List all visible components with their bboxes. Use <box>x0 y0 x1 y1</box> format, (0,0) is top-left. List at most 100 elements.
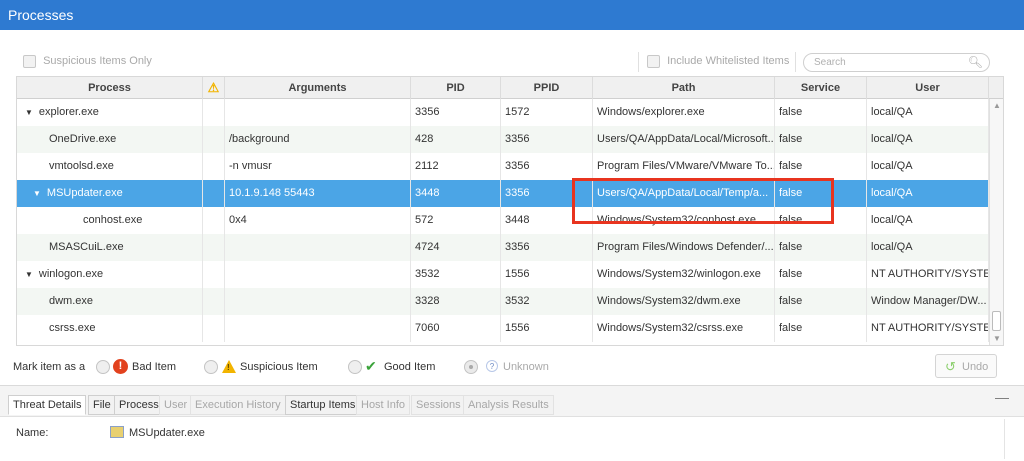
cell-path: Users/QA/AppData/Local/Temp/a... <box>593 180 775 207</box>
good-item-radio[interactable] <box>348 360 362 374</box>
cell-arguments <box>225 288 411 315</box>
filter-bar: Suspicious Items Only Include Whiteliste… <box>16 50 1004 74</box>
scroll-down-icon[interactable]: ▼ <box>993 334 1001 343</box>
tab-sessions[interactable]: Sessions <box>411 395 466 415</box>
tab-startup-items[interactable]: Startup Items <box>285 395 361 415</box>
tab-file[interactable]: File <box>88 395 116 415</box>
column-header-path[interactable]: Path <box>593 77 775 99</box>
unknown-label[interactable]: Unknown <box>503 361 549 373</box>
include-whitelisted-checkbox[interactable] <box>647 55 660 68</box>
tab-user[interactable]: User <box>159 395 193 415</box>
suspicious-only-label: Suspicious Items Only <box>43 55 152 68</box>
cell-warning <box>203 180 225 207</box>
title-bar: Processes <box>0 0 1024 30</box>
suspicious-item-radio[interactable] <box>204 360 218 374</box>
tab-host-info[interactable]: Host Info <box>356 395 411 415</box>
details-panel: Threat Details File Process User Executi… <box>0 385 1024 461</box>
vertical-scrollbar[interactable]: ▲ ▼ <box>989 99 1003 345</box>
cell-ppid: 3356 <box>501 234 593 261</box>
cell-path: Windows/System32/dwm.exe <box>593 288 775 315</box>
tab-execution-history[interactable]: Execution History <box>190 395 286 415</box>
suspicious-item-label[interactable]: Suspicious Item <box>240 361 318 373</box>
table-row[interactable]: vmtoolsd.exe -n vmusr 2112 3356 Program File… <box>17 153 989 180</box>
window-title: Processes <box>8 7 74 23</box>
table-header: Process ⚠ Arguments PID PPID Path Servic… <box>17 77 1003 99</box>
details-scrollbar[interactable] <box>1004 419 1016 459</box>
unknown-radio[interactable] <box>464 360 478 374</box>
cell-user: local/QA <box>867 207 989 234</box>
table-row[interactable]: ▼ MSUpdater.exe 10.1.9.148 55443 3448 3356 Us… <box>17 180 989 207</box>
cell-warning <box>203 153 225 180</box>
table-row[interactable]: ▼ explorer.exe 3356 1572 Windows/explorer.ex… <box>17 99 989 126</box>
tab-process[interactable]: Process <box>114 395 164 415</box>
suspicious-only-checkbox[interactable] <box>23 55 36 68</box>
column-header-pid[interactable]: PID <box>411 77 501 99</box>
column-header-user[interactable]: User <box>867 77 989 99</box>
cell-arguments <box>225 234 411 261</box>
process-name: MSUpdater.exe <box>46 187 123 199</box>
cell-arguments <box>225 261 411 288</box>
suspicious-only-toggle[interactable]: Suspicious Items Only <box>23 55 152 68</box>
cell-ppid: 1572 <box>501 99 593 126</box>
minimize-icon[interactable]: — <box>995 389 1009 405</box>
column-header-service[interactable]: Service <box>775 77 867 99</box>
table-row[interactable]: ▼ winlogon.exe 3532 1556 Windows/System32/wi… <box>17 261 989 288</box>
cell-user: local/QA <box>867 153 989 180</box>
unknown-question-icon: ? <box>486 360 498 372</box>
cell-process: dwm.exe <box>17 288 203 315</box>
name-label: Name: <box>16 427 49 439</box>
divider <box>795 52 796 72</box>
include-whitelisted-toggle[interactable]: Include Whitelisted Items <box>647 55 789 68</box>
column-header-warning[interactable]: ⚠ <box>203 77 225 99</box>
bad-item-icon: ! <box>113 359 128 374</box>
cell-warning <box>203 315 225 342</box>
cell-user: local/QA <box>867 126 989 153</box>
table-row[interactable]: csrss.exe 7060 1556 Windows/System32/csrss.… <box>17 315 989 342</box>
expand-toggle-icon[interactable]: ▼ <box>25 270 33 279</box>
table-row[interactable]: dwm.exe 3328 3532 Windows/System32/dwm.exe f… <box>17 288 989 315</box>
cell-service: false <box>775 153 867 180</box>
tab-analysis-results[interactable]: Analysis Results <box>463 395 554 415</box>
cell-path: Users/QA/AppData/Local/Microsoft... <box>593 126 775 153</box>
column-header-ppid[interactable]: PPID <box>501 77 593 99</box>
cell-ppid: 3448 <box>501 207 593 234</box>
cell-process: ▼ winlogon.exe <box>17 261 203 288</box>
process-name: MSASCuiL.exe <box>49 241 124 253</box>
expand-toggle-icon[interactable]: ▼ <box>33 189 41 198</box>
table-row[interactable]: conhost.exe 0x4 572 3448 Windows/System32/co… <box>17 207 989 234</box>
cell-pid: 4724 <box>411 234 501 261</box>
column-header-process[interactable]: Process <box>17 77 203 99</box>
tab-threat-details[interactable]: Threat Details <box>8 395 87 415</box>
search-input[interactable]: Search 🔍︎ <box>803 53 990 72</box>
cell-arguments: -n vmusr <box>225 153 411 180</box>
cell-user: NT AUTHORITY/SYSTEM <box>867 261 989 288</box>
good-item-label[interactable]: Good Item <box>384 361 435 373</box>
cell-pid: 3328 <box>411 288 501 315</box>
cell-path: Windows/System32/conhost.exe <box>593 207 775 234</box>
cell-arguments: 0x4 <box>225 207 411 234</box>
cell-process: ▼ MSUpdater.exe <box>17 180 203 207</box>
cell-pid: 3356 <box>411 99 501 126</box>
cell-pid: 3448 <box>411 180 501 207</box>
search-icon[interactable]: 🔍︎ <box>968 55 983 69</box>
scrollbar-thumb[interactable] <box>992 311 1001 331</box>
cell-path: Program Files/VMware/VMware To... <box>593 153 775 180</box>
scroll-up-icon[interactable]: ▲ <box>993 101 1001 110</box>
bad-item-radio[interactable] <box>96 360 110 374</box>
cell-process: csrss.exe <box>17 315 203 342</box>
cell-service: false <box>775 315 867 342</box>
process-name: csrss.exe <box>49 322 96 334</box>
cell-warning <box>203 126 225 153</box>
cell-service: false <box>775 126 867 153</box>
undo-button[interactable]: ↺ Undo <box>935 354 997 378</box>
table-row[interactable]: MSASCuiL.exe 4724 3356 Program Files/Window… <box>17 234 989 261</box>
table-row[interactable]: OneDrive.exe/background 428 3356 Users/QA/A… <box>17 126 989 153</box>
bad-item-label[interactable]: Bad Item <box>132 361 176 373</box>
warning-icon: ⚠ <box>207 80 220 95</box>
cell-process: conhost.exe <box>17 207 203 234</box>
column-header-arguments[interactable]: Arguments <box>225 77 411 99</box>
mark-item-bar: Mark item as a ! Bad Item ! Suspicious I… <box>0 352 1024 382</box>
expand-toggle-icon[interactable]: ▼ <box>25 108 33 117</box>
cell-pid: 3532 <box>411 261 501 288</box>
cell-service: false <box>775 207 867 234</box>
